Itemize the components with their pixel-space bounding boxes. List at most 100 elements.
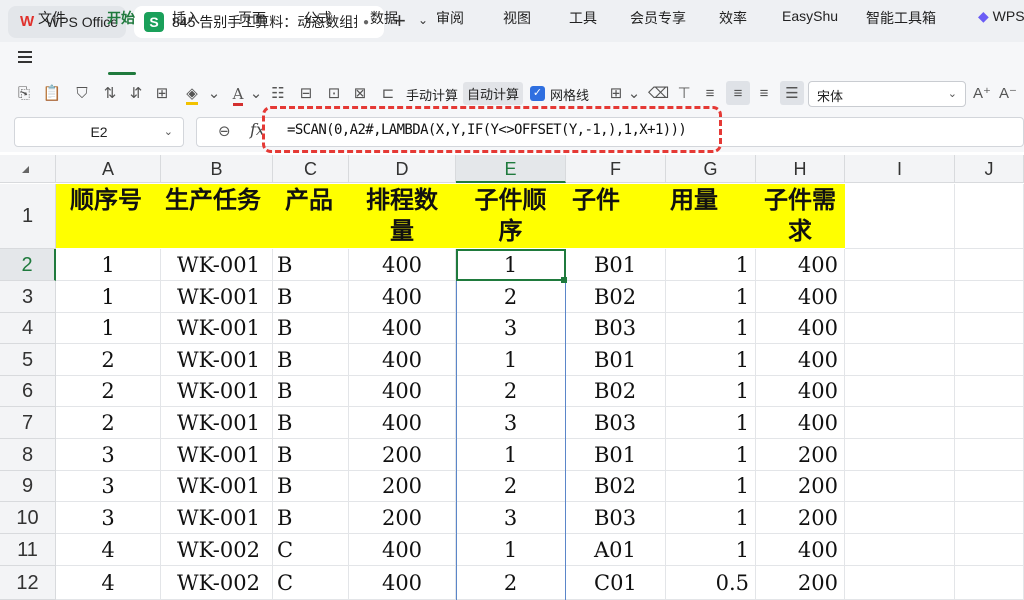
cell-g10[interactable]: 1: [666, 502, 756, 534]
column-header-f[interactable]: F: [566, 155, 666, 183]
cell-e7[interactable]: 3: [456, 407, 566, 439]
cell-i12[interactable]: [845, 566, 955, 600]
cell-f6[interactable]: B02: [566, 376, 666, 407]
column-header-b[interactable]: B: [161, 155, 273, 183]
cell-d10[interactable]: 200: [349, 502, 456, 534]
cell-c5[interactable]: B: [273, 344, 349, 376]
row-col-icon[interactable]: ⊟: [296, 84, 316, 104]
cell-j2[interactable]: [955, 249, 1024, 281]
align-left-icon[interactable]: ≡: [700, 84, 720, 104]
cell-b8[interactable]: WK-001: [161, 439, 273, 471]
menu-view[interactable]: 视图: [503, 8, 531, 28]
menu-review[interactable]: 审阅: [436, 8, 464, 28]
row-header-11[interactable]: 11: [0, 534, 56, 566]
row-header-7[interactable]: 7: [0, 407, 56, 439]
header-cell-g1[interactable]: 用量: [666, 184, 756, 248]
cell-g2[interactable]: 1: [666, 249, 756, 281]
sort-asc-icon[interactable]: ⇅: [100, 84, 120, 104]
cell-d12[interactable]: 400: [349, 566, 456, 600]
cell-h9[interactable]: 200: [756, 471, 845, 502]
column-header-h[interactable]: H: [756, 155, 845, 183]
cell-j10[interactable]: [955, 502, 1024, 534]
menu-wps-ai[interactable]: ◆ WPS: [978, 8, 1024, 25]
cell-i1[interactable]: [845, 184, 955, 249]
row-header-1[interactable]: 1: [0, 184, 56, 249]
header-cell-a1[interactable]: 顺序号: [56, 184, 161, 248]
format-icon[interactable]: ☷: [268, 84, 288, 104]
cell-h6[interactable]: 400: [756, 376, 845, 407]
menu-file[interactable]: 文件: [38, 8, 66, 28]
cell-b6[interactable]: WK-001: [161, 376, 273, 407]
cell-e6[interactable]: 2: [456, 376, 566, 407]
row-header-9[interactable]: 9: [0, 471, 56, 502]
row-header-5[interactable]: 5: [0, 344, 56, 376]
table-style-dropdown-icon[interactable]: ⌄: [624, 84, 644, 104]
cell-h10[interactable]: 200: [756, 502, 845, 534]
cell-i3[interactable]: [845, 281, 955, 313]
cell-c7[interactable]: B: [273, 407, 349, 439]
menu-member[interactable]: 会员专享: [630, 8, 686, 28]
cell-b5[interactable]: WK-001: [161, 344, 273, 376]
cell-a5[interactable]: 2: [56, 344, 161, 376]
auto-calc-button[interactable]: 自动计算: [463, 82, 524, 105]
row-header-6[interactable]: 6: [0, 376, 56, 407]
cell-e8[interactable]: 1: [456, 439, 566, 471]
column-header-d[interactable]: D: [349, 155, 456, 183]
cell-f2[interactable]: B01: [566, 249, 666, 281]
cell-a11[interactable]: 4: [56, 534, 161, 566]
column-header-i[interactable]: I: [845, 155, 955, 183]
cell-j8[interactable]: [955, 439, 1024, 471]
cell-a12[interactable]: 4: [56, 566, 161, 600]
cell-a4[interactable]: 1: [56, 313, 161, 344]
cell-h5[interactable]: 400: [756, 344, 845, 376]
cell-f7[interactable]: B03: [566, 407, 666, 439]
cell-c3[interactable]: B: [273, 281, 349, 313]
cell-b10[interactable]: WK-001: [161, 502, 273, 534]
font-decrease-icon[interactable]: A⁻: [998, 84, 1018, 104]
cell-j9[interactable]: [955, 471, 1024, 502]
cell-f12[interactable]: C01: [566, 566, 666, 600]
tab-list-chevron-icon[interactable]: ⌄: [418, 13, 428, 27]
menu-easyshu[interactable]: EasyShu: [782, 8, 838, 24]
name-box[interactable]: E2 ⌄: [14, 117, 184, 147]
cell-d5[interactable]: 400: [349, 344, 456, 376]
menu-insert[interactable]: 插入: [172, 8, 200, 28]
menu-formula[interactable]: 公式: [304, 8, 332, 28]
header-cell-h1[interactable]: 子件需 求: [756, 184, 845, 248]
cell-e9[interactable]: 2: [456, 471, 566, 502]
cell-j4[interactable]: [955, 313, 1024, 344]
cell-j5[interactable]: [955, 344, 1024, 376]
cell-d11[interactable]: 400: [349, 534, 456, 566]
cell-h3[interactable]: 400: [756, 281, 845, 313]
cell-a2[interactable]: 1: [56, 249, 161, 281]
menu-data[interactable]: 数据: [370, 8, 398, 28]
cell-c2[interactable]: B: [273, 249, 349, 281]
column-header-g[interactable]: G: [666, 155, 756, 183]
cell-j11[interactable]: [955, 534, 1024, 566]
cell-i8[interactable]: [845, 439, 955, 471]
cell-c12[interactable]: C: [273, 566, 349, 600]
cell-g5[interactable]: 1: [666, 344, 756, 376]
header-cell-f1[interactable]: 子件: [566, 184, 666, 248]
row-header-3[interactable]: 3: [0, 281, 56, 313]
cell-f10[interactable]: B03: [566, 502, 666, 534]
font-increase-icon[interactable]: A⁺: [972, 84, 992, 104]
cell-d9[interactable]: 200: [349, 471, 456, 502]
freeze-icon[interactable]: ⊠: [350, 84, 370, 104]
menu-home[interactable]: 开始: [107, 8, 135, 28]
align-center-icon[interactable]: ≡: [728, 84, 748, 104]
cell-d2[interactable]: 400: [349, 249, 456, 281]
column-header-e[interactable]: E: [456, 155, 566, 183]
cell-e12[interactable]: 2: [456, 566, 566, 600]
cell-f5[interactable]: B01: [566, 344, 666, 376]
cell-j12[interactable]: [955, 566, 1024, 600]
cell-j7[interactable]: [955, 407, 1024, 439]
cell-i11[interactable]: [845, 534, 955, 566]
cell-a9[interactable]: 3: [56, 471, 161, 502]
align-middle-icon[interactable]: ☰: [782, 84, 802, 104]
sort-desc-icon[interactable]: ⇵: [126, 84, 146, 104]
cell-f3[interactable]: B02: [566, 281, 666, 313]
cell-e4[interactable]: 3: [456, 313, 566, 344]
cell-g6[interactable]: 1: [666, 376, 756, 407]
fill-color-icon[interactable]: ◈: [182, 84, 202, 105]
